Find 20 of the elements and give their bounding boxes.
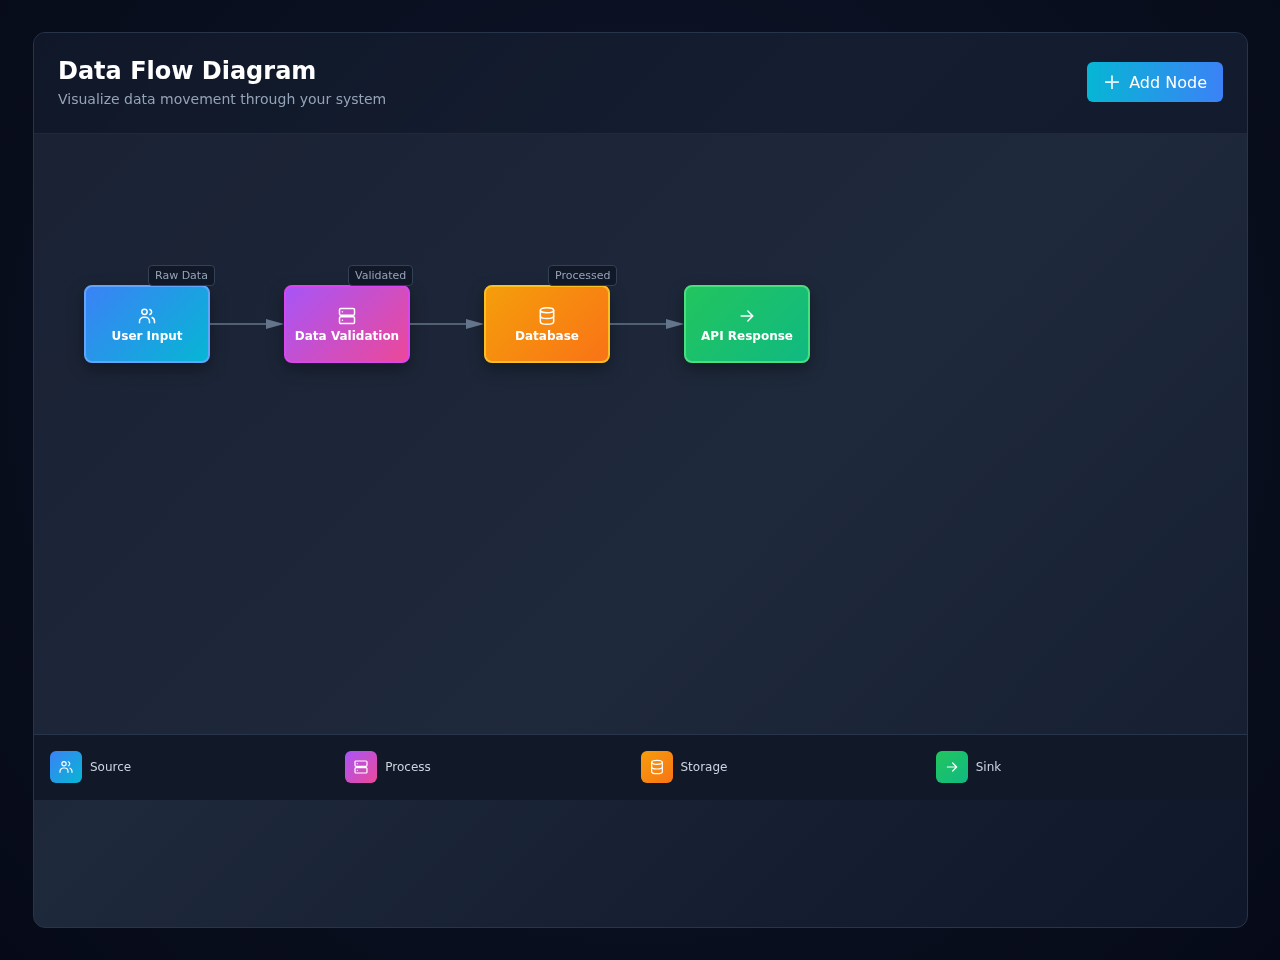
edge-label: Raw Data <box>148 265 215 286</box>
legend-label: Storage <box>680 760 728 774</box>
edge-label: Validated <box>348 265 414 286</box>
flow-node[interactable]: API Response <box>684 285 810 363</box>
server-icon <box>337 305 357 326</box>
flow-node[interactable]: Data Validation <box>284 285 410 363</box>
database-icon <box>648 759 665 775</box>
legend-label: Sink <box>975 760 1002 774</box>
database-icon <box>537 305 557 326</box>
page-subtitle: Visualize data movement through your system <box>58 91 387 107</box>
flow-node[interactable]: User Input <box>84 285 210 363</box>
flow-node[interactable]: Database <box>484 285 610 363</box>
legend-label: Process <box>385 760 431 774</box>
add-node-button[interactable]: + Add Node <box>1086 62 1223 102</box>
edge-label: Processed <box>548 265 618 286</box>
users-icon <box>58 759 74 775</box>
users-icon <box>137 305 157 326</box>
page-title: Data Flow Diagram <box>58 57 318 85</box>
legend-label: Source <box>90 760 132 774</box>
server-icon <box>353 759 370 775</box>
